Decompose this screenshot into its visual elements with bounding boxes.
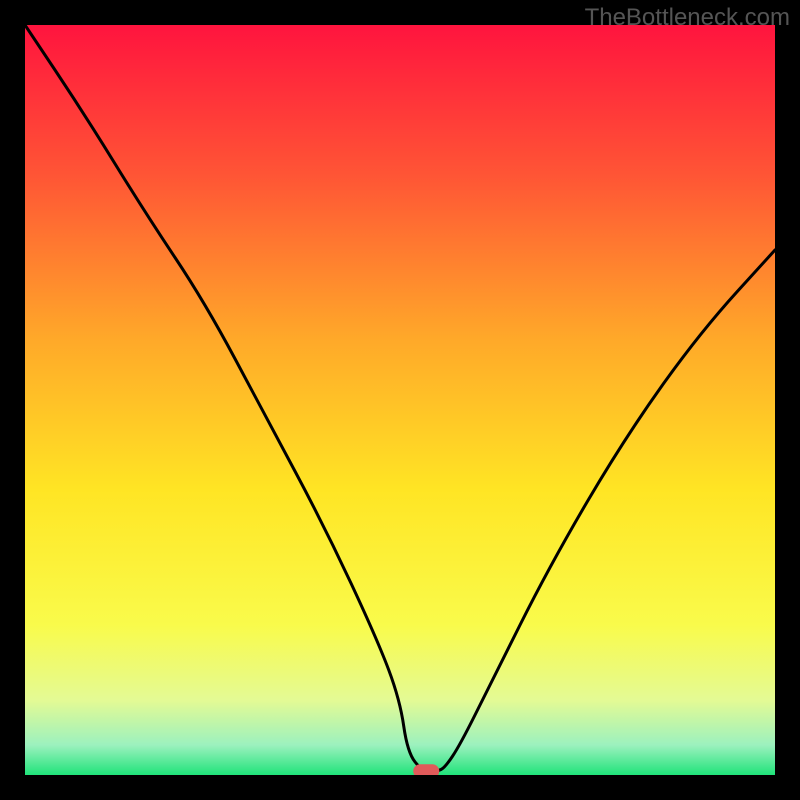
gradient-background bbox=[25, 25, 775, 775]
chart-frame: TheBottleneck.com bbox=[0, 0, 800, 800]
optimal-marker bbox=[413, 764, 439, 775]
plot-area bbox=[25, 25, 775, 775]
watermark-label: TheBottleneck.com bbox=[585, 4, 790, 32]
chart-svg bbox=[25, 25, 775, 775]
